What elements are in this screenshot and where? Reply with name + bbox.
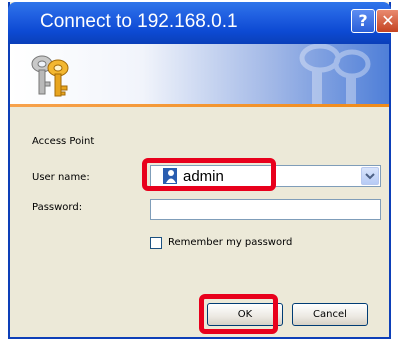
chevron-down-icon bbox=[365, 173, 375, 180]
keys-icon bbox=[31, 55, 69, 97]
username-dropdown-button[interactable] bbox=[361, 167, 379, 185]
user-icon bbox=[163, 168, 177, 184]
window-title: Connect to 192.168.0.1 bbox=[40, 11, 238, 32]
password-input[interactable] bbox=[150, 199, 381, 220]
title-bar[interactable]: Connect to 192.168.0.1 ? ✕ bbox=[8, 2, 398, 44]
ok-button[interactable]: OK bbox=[207, 303, 283, 326]
remember-checkbox[interactable] bbox=[150, 237, 162, 249]
dialog-banner bbox=[10, 44, 389, 104]
username-label: User name: bbox=[32, 172, 90, 183]
help-button[interactable]: ? bbox=[351, 9, 375, 33]
password-label: Password: bbox=[32, 202, 83, 213]
close-button[interactable]: ✕ bbox=[376, 9, 398, 33]
username-value: admin bbox=[183, 168, 224, 185]
cancel-button[interactable]: Cancel bbox=[292, 303, 368, 326]
remember-label[interactable]: Remember my password bbox=[168, 237, 292, 248]
banner-divider bbox=[10, 104, 389, 107]
keys-watermark bbox=[299, 44, 371, 104]
realm-label: Access Point bbox=[32, 136, 95, 147]
